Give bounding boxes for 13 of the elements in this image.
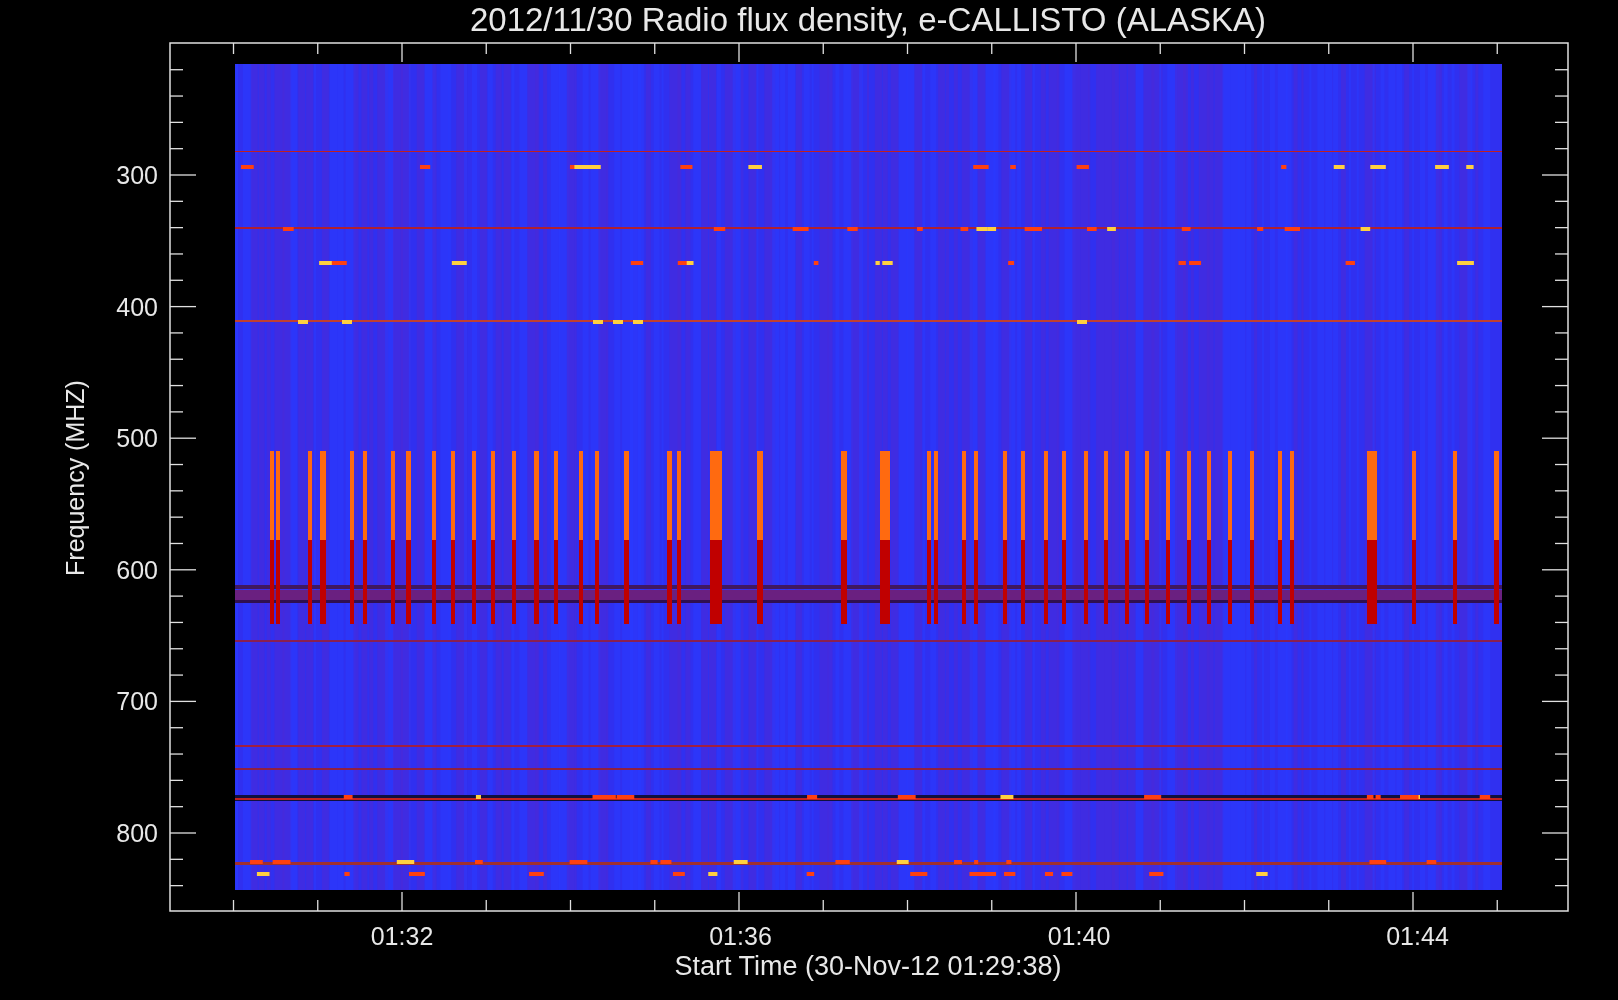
tick-label: 300 <box>116 161 158 189</box>
tick-label: 800 <box>116 819 158 847</box>
tick-label: 01:36 <box>709 922 772 950</box>
axis-title: Frequency (MHZ) <box>61 380 89 576</box>
tick-label: 400 <box>116 292 158 321</box>
chart-title: 2012/11/30 Radio flux density, e-CALLISTO (ALASKA) <box>469 1 1267 38</box>
tick-label: 01:32 <box>370 922 434 950</box>
tick-label: 600 <box>116 555 158 584</box>
tick-label: 500 <box>116 424 158 453</box>
tick-label: 700 <box>116 687 158 716</box>
tick-label: 01:44 <box>1386 922 1449 950</box>
axis-title: Start Time (30-Nov-12 01:29:38) <box>674 951 1062 981</box>
tick-label: 01:40 <box>1047 922 1111 950</box>
